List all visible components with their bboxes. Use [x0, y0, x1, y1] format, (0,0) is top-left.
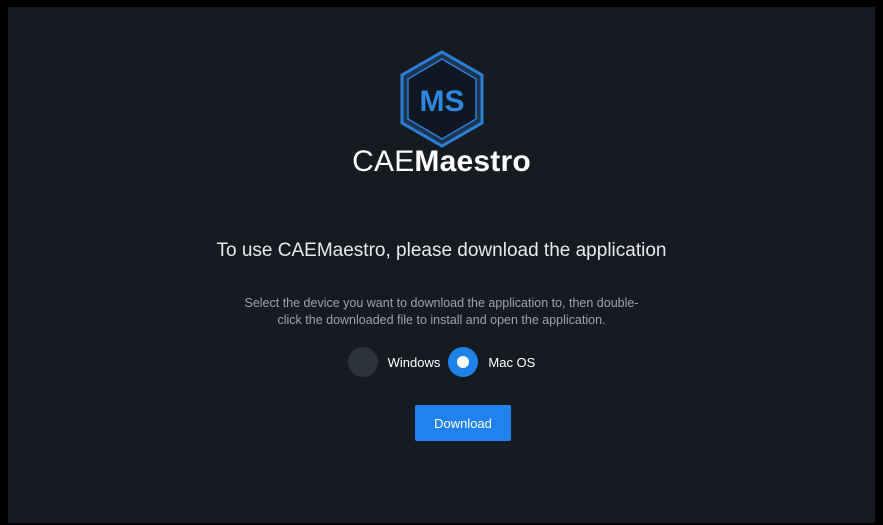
option-macos[interactable]: Mac OS: [448, 347, 535, 377]
logo: MS: [8, 50, 875, 150]
radio-macos[interactable]: [448, 347, 479, 377]
brand-name-bold: Maestro: [414, 145, 531, 178]
page-heading: To use CAEMaestro, please download the a…: [216, 240, 667, 261]
option-windows[interactable]: Windows: [347, 347, 441, 377]
option-macos-label: Mac OS: [488, 354, 536, 370]
window-frame: MS CAEMaestro To use CAEMaestro, please …: [0, 0, 883, 525]
instructions-line-2: click the downloaded file to install and…: [277, 313, 606, 327]
maestro-logo-icon: MS: [400, 50, 483, 148]
logo-text: MS: [419, 85, 464, 118]
option-windows-label: Windows: [387, 354, 441, 370]
radio-selected-dot: [457, 356, 470, 368]
download-button[interactable]: Download: [415, 405, 511, 441]
device-options: Windows Mac OS: [8, 347, 875, 377]
instructions: Select the device you want to download t…: [8, 295, 875, 329]
instructions-line-1: Select the device you want to download t…: [244, 296, 639, 310]
download-panel: MS CAEMaestro To use CAEMaestro, please …: [8, 7, 875, 523]
radio-windows[interactable]: [347, 347, 378, 377]
brand-name: CAEMaestro: [8, 145, 875, 179]
brand-name-light: CAE: [352, 145, 415, 178]
